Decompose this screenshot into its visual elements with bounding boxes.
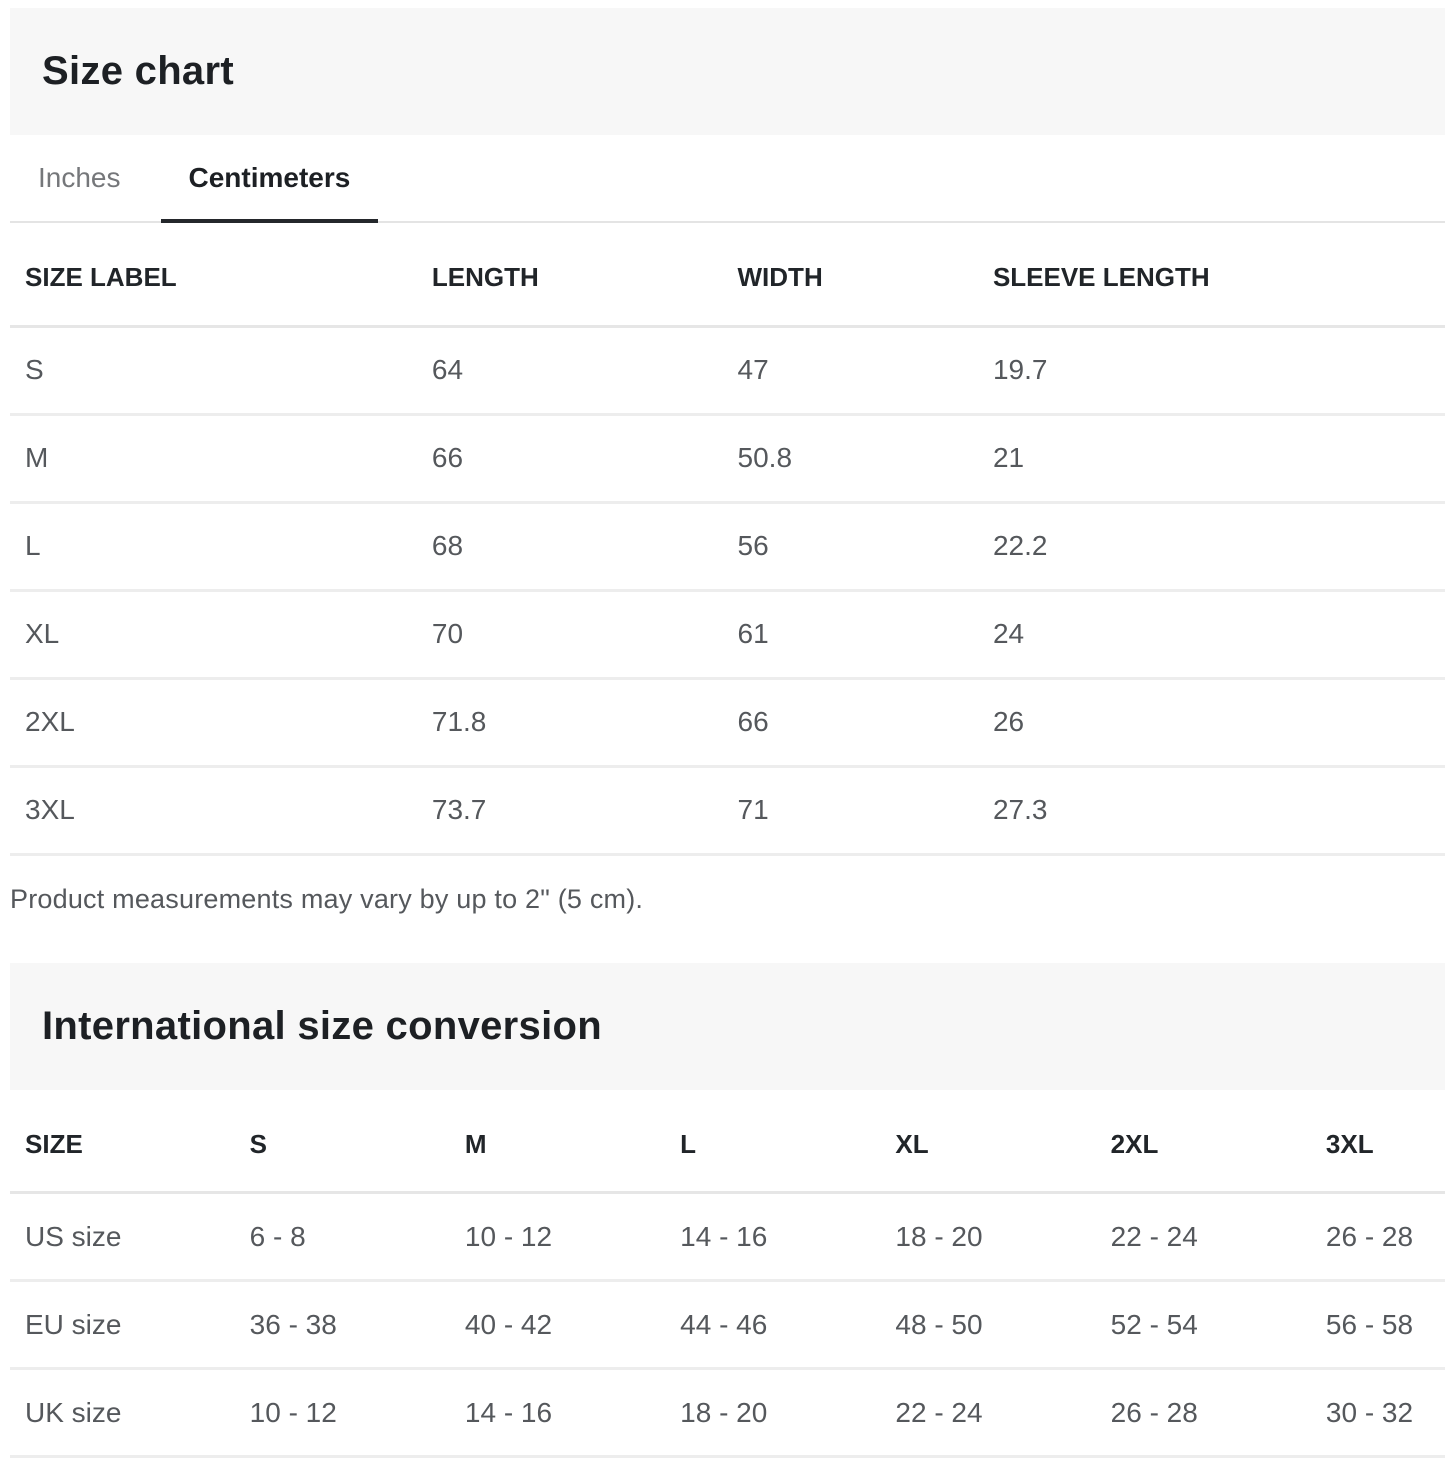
column-header-s: S <box>250 1090 465 1193</box>
size-chart-title: Size chart <box>10 49 234 94</box>
table-cell: 22.2 <box>993 502 1445 590</box>
conversion-title: International size conversion <box>10 1004 602 1049</box>
table-cell: 30 - 32 <box>1326 1369 1445 1457</box>
table-cell: 50.8 <box>738 414 993 502</box>
table-row-3xl: 3XL 73.7 71 27.3 <box>10 766 1445 854</box>
column-header-size: SIZE <box>10 1090 250 1193</box>
column-header-l: L <box>680 1090 895 1193</box>
table-row-eu: EU size 36 - 38 40 - 42 44 - 46 48 - 50 … <box>10 1281 1445 1369</box>
table-cell: 22 - 24 <box>1111 1193 1326 1281</box>
table-header-row: SIZE LABEL LENGTH WIDTH SLEEVE LENGTH <box>10 223 1445 326</box>
size-guide-panel: Size chart Inches Centimeters SIZE LABEL… <box>0 0 1445 1458</box>
table-cell: 68 <box>432 502 738 590</box>
table-cell: 10 - 12 <box>465 1193 680 1281</box>
table-cell: 27.3 <box>993 766 1445 854</box>
table-cell: 24 <box>993 590 1445 678</box>
table-cell: L <box>10 502 432 590</box>
tab-inches[interactable]: Inches <box>10 135 149 221</box>
column-header-m: M <box>465 1090 680 1193</box>
table-cell: 40 - 42 <box>465 1281 680 1369</box>
measurement-disclaimer: Product measurements may vary by up to 2… <box>10 884 1445 915</box>
table-cell: 64 <box>432 326 738 414</box>
table-cell: 3XL <box>10 766 432 854</box>
column-header-3xl: 3XL <box>1326 1090 1445 1193</box>
tab-centimeters[interactable]: Centimeters <box>161 135 379 221</box>
conversion-table: SIZE S M L XL 2XL 3XL US size 6 - 8 10 -… <box>10 1090 1445 1458</box>
table-cell: 70 <box>432 590 738 678</box>
size-chart-header-band: Size chart <box>10 8 1445 135</box>
column-header-length: LENGTH <box>432 223 738 326</box>
table-cell: 71.8 <box>432 678 738 766</box>
table-row-xl: XL 70 61 24 <box>10 590 1445 678</box>
table-cell: 26 <box>993 678 1445 766</box>
column-header-size-label: SIZE LABEL <box>10 223 432 326</box>
column-header-width: WIDTH <box>738 223 993 326</box>
table-cell: 14 - 16 <box>680 1193 895 1281</box>
table-cell: 56 - 58 <box>1326 1281 1445 1369</box>
table-cell: 73.7 <box>432 766 738 854</box>
table-cell: XL <box>10 590 432 678</box>
table-cell: 36 - 38 <box>250 1281 465 1369</box>
table-cell: 10 - 12 <box>250 1369 465 1457</box>
table-cell: 71 <box>738 766 993 854</box>
table-cell: 48 - 50 <box>895 1281 1110 1369</box>
table-row-us: US size 6 - 8 10 - 12 14 - 16 18 - 20 22… <box>10 1193 1445 1281</box>
table-cell: 66 <box>432 414 738 502</box>
table-cell: 18 - 20 <box>895 1193 1110 1281</box>
table-row-l: L 68 56 22.2 <box>10 502 1445 590</box>
unit-tabs: Inches Centimeters <box>10 135 1445 223</box>
table-row-s: S 64 47 19.7 <box>10 326 1445 414</box>
table-cell: 21 <box>993 414 1445 502</box>
conversion-header-band: International size conversion <box>10 963 1445 1090</box>
column-header-2xl: 2XL <box>1111 1090 1326 1193</box>
table-header-row: SIZE S M L XL 2XL 3XL <box>10 1090 1445 1193</box>
table-cell: 22 - 24 <box>895 1369 1110 1457</box>
column-header-sleeve-length: SLEEVE LENGTH <box>993 223 1445 326</box>
table-cell: 6 - 8 <box>250 1193 465 1281</box>
table-row-2xl: 2XL 71.8 66 26 <box>10 678 1445 766</box>
table-cell: UK size <box>10 1369 250 1457</box>
table-cell: US size <box>10 1193 250 1281</box>
table-cell: 26 - 28 <box>1111 1369 1326 1457</box>
table-cell: 56 <box>738 502 993 590</box>
table-cell: 26 - 28 <box>1326 1193 1445 1281</box>
table-cell: 61 <box>738 590 993 678</box>
table-cell: 44 - 46 <box>680 1281 895 1369</box>
table-cell: 2XL <box>10 678 432 766</box>
table-cell: EU size <box>10 1281 250 1369</box>
size-chart-table: SIZE LABEL LENGTH WIDTH SLEEVE LENGTH S … <box>10 223 1445 856</box>
table-cell: 18 - 20 <box>680 1369 895 1457</box>
table-cell: 47 <box>738 326 993 414</box>
table-cell: 52 - 54 <box>1111 1281 1326 1369</box>
table-cell: 66 <box>738 678 993 766</box>
column-header-xl: XL <box>895 1090 1110 1193</box>
table-cell: M <box>10 414 432 502</box>
table-row-m: M 66 50.8 21 <box>10 414 1445 502</box>
table-row-uk: UK size 10 - 12 14 - 16 18 - 20 22 - 24 … <box>10 1369 1445 1457</box>
table-cell: 14 - 16 <box>465 1369 680 1457</box>
table-cell: 19.7 <box>993 326 1445 414</box>
table-cell: S <box>10 326 432 414</box>
